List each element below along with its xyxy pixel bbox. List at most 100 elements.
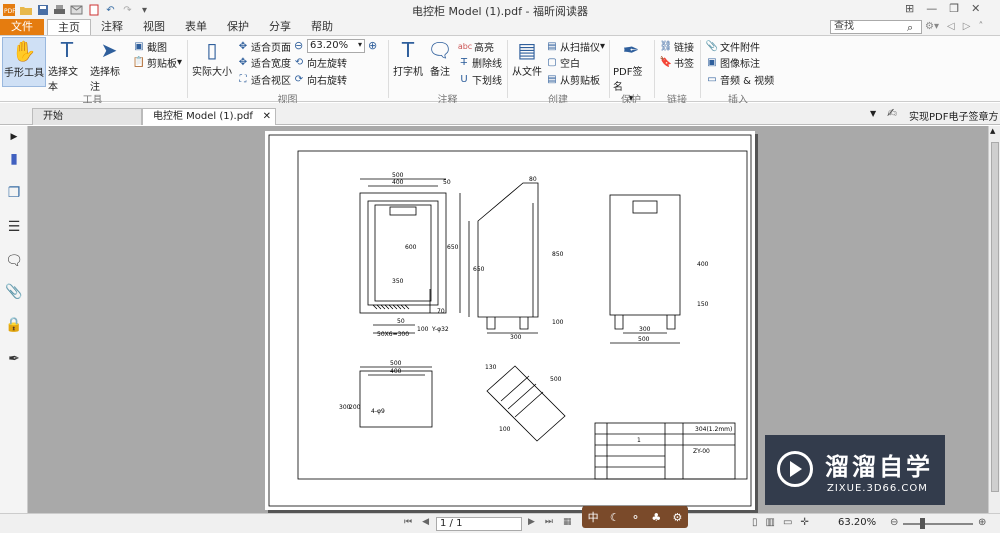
note-button[interactable]: 🗨 备注 xyxy=(426,37,454,78)
blank-button[interactable]: ▢ 空白 xyxy=(546,55,580,70)
close-icon[interactable]: ✕ xyxy=(971,2,980,15)
fit-width-button[interactable]: ✥ 适合宽度 xyxy=(237,55,291,70)
email-icon[interactable] xyxy=(68,2,85,19)
zoom-dropdown-icon[interactable]: ▾ xyxy=(358,40,362,49)
settings-icon[interactable]: ⚙▾ xyxy=(925,21,939,32)
clipboard-icon: 📋 xyxy=(132,57,146,68)
tab-home[interactable]: 主页 xyxy=(47,19,91,35)
minimize-icon[interactable]: — xyxy=(926,2,937,15)
single-page-icon[interactable]: ▯ xyxy=(752,517,758,528)
tab-share[interactable]: 分享 xyxy=(259,19,301,35)
tab-current-document[interactable]: 电控柜 Model (1).pdf ✕ xyxy=(142,108,276,125)
scroll-thumb[interactable] xyxy=(991,142,999,492)
rotate-right-button[interactable]: ⟳ 向右旋转 xyxy=(293,72,347,87)
security-panel-icon[interactable]: 🔒 xyxy=(5,316,23,334)
actual-size-button[interactable]: ▯ 实际大小 xyxy=(192,37,232,78)
link-button[interactable]: ⛓ 链接 xyxy=(660,39,694,54)
underline-button[interactable]: U 下划线 xyxy=(458,72,502,87)
chevron-down-icon[interactable]: ▼ xyxy=(870,109,876,118)
zoom-slider[interactable] xyxy=(903,523,973,525)
typewriter-button[interactable]: T 打字机 xyxy=(392,37,424,78)
signature-panel-icon[interactable]: ✒ xyxy=(5,350,23,368)
person-icon[interactable]: ♣ xyxy=(651,511,661,524)
continuous-icon[interactable]: ▥ xyxy=(766,517,775,528)
redo-icon[interactable]: ↷ xyxy=(119,2,136,19)
back-icon[interactable]: ◁ xyxy=(947,21,955,32)
customize-icon[interactable]: ▾ xyxy=(136,2,153,19)
zoom-out-icon[interactable]: ⊖ xyxy=(294,39,303,52)
zoom-slider-thumb[interactable] xyxy=(920,518,925,529)
tab-start[interactable]: 开始 xyxy=(32,108,142,125)
page-number-input[interactable]: 1 / 1 xyxy=(436,517,522,531)
expand-panel-icon[interactable]: ▶ xyxy=(5,128,23,146)
screenshot-button[interactable]: ▣ 截图 xyxy=(133,39,167,54)
tab-help[interactable]: 帮助 xyxy=(301,19,343,35)
cad-drawing: 500 400 50 600 650 350 50 100 50X6=300 7… xyxy=(268,134,752,507)
attachments-panel-icon[interactable]: 📎 xyxy=(5,283,23,301)
strikeout-button[interactable]: T̶ 删除线 xyxy=(458,55,502,70)
select-annotation-button[interactable]: ➤ 选择标注 xyxy=(90,37,128,93)
split-icon[interactable]: ✛ xyxy=(800,517,808,528)
fit-visible-button[interactable]: ⛶ 适合视区 xyxy=(237,72,292,87)
pages-panel-icon[interactable]: ❐ xyxy=(5,184,23,202)
print-icon[interactable] xyxy=(51,2,68,19)
language-button[interactable]: 中 xyxy=(588,509,599,525)
dim-label: 600 xyxy=(405,244,417,251)
zoom-in-icon[interactable]: ⊕ xyxy=(978,517,986,528)
zoom-in-icon[interactable]: ⊕ xyxy=(368,39,377,52)
tab-file[interactable]: 文件 xyxy=(0,19,44,35)
forward-icon[interactable]: ▷ xyxy=(963,21,971,32)
bookmark-panel-icon[interactable]: ▮ xyxy=(5,150,23,168)
from-clipboard-button[interactable]: ▤ 从剪贴板 xyxy=(546,72,600,87)
facing-icon[interactable]: ▭ xyxy=(783,517,792,528)
view-mode-icon[interactable]: ▦ xyxy=(563,517,572,527)
dim-label: 130 xyxy=(485,364,497,371)
arrow-cursor-icon: ➤ xyxy=(100,38,118,62)
status-bar: ⏮ ◀ 1 / 1 ▶ ⏭ ▦ ▯ ▥ ▭ ✛ 63.20% ⊖ ⊕ xyxy=(0,513,1000,533)
select-text-button[interactable]: T 选择文本 xyxy=(48,37,86,93)
rotate-left-button[interactable]: ⟲ 向左旋转 xyxy=(293,55,347,70)
search-icon[interactable]: ⌕ xyxy=(907,21,913,35)
hand-tool-button[interactable]: ✋ 手形工具 xyxy=(2,37,46,87)
tab-comment[interactable]: 注释 xyxy=(91,19,133,35)
restore-icon[interactable]: ❐ xyxy=(949,2,959,15)
attachment-icon: 📎 xyxy=(705,41,719,52)
dim-label: 100 xyxy=(417,326,429,333)
image-annotation-button[interactable]: ▣ 图像标注 xyxy=(706,55,760,70)
clipboard-button[interactable]: 📋 剪贴板 ▾ xyxy=(133,55,182,70)
last-page-icon[interactable]: ⏭ xyxy=(545,517,553,527)
undo-icon[interactable]: ↶ xyxy=(102,2,119,19)
zoom-select[interactable]: 63.20% xyxy=(307,39,365,53)
chevron-up-icon[interactable]: ˄ xyxy=(978,21,983,32)
new-doc-icon[interactable] xyxy=(85,2,102,19)
first-page-icon[interactable]: ⏮ xyxy=(404,517,412,527)
prev-page-icon[interactable]: ◀ xyxy=(422,517,429,527)
ribbon: ✋ 手形工具 T 选择文本 ➤ 选择标注 ▣ 截图 📋 剪贴板 ▾ 工具 ▯ 实际大小… xyxy=(0,36,1000,106)
file-attachment-button[interactable]: 📎 文件附件 xyxy=(706,39,760,54)
tab-protect[interactable]: 保护 xyxy=(217,19,259,35)
status-zoom-value[interactable]: 63.20% xyxy=(838,517,876,528)
open-folder-icon[interactable] xyxy=(17,2,34,19)
audio-video-button[interactable]: ▭ 音频 & 视频 xyxy=(706,72,774,87)
pdf-logo-icon[interactable]: PDF xyxy=(0,2,17,19)
from-scanner-button[interactable]: ▤ 从扫描仪 ▾ xyxy=(546,39,605,54)
zoom-out-icon[interactable]: ⊖ xyxy=(890,517,898,528)
fit-page-button[interactable]: ✥ 适合页面 xyxy=(237,39,291,54)
night-mode-icon[interactable]: ☾ xyxy=(610,511,620,524)
vertical-scrollbar[interactable]: ▲ xyxy=(988,126,1000,513)
highlight-button[interactable]: abc 高亮 xyxy=(458,39,494,54)
tab-view[interactable]: 视图 xyxy=(133,19,175,35)
save-icon[interactable] xyxy=(34,2,51,19)
media-icon: ▭ xyxy=(707,74,717,85)
layers-panel-icon[interactable]: ☰ xyxy=(5,218,23,236)
from-file-button[interactable]: ▤ 从文件 xyxy=(511,37,543,78)
tab-form[interactable]: 表单 xyxy=(175,19,217,35)
close-tab-icon[interactable]: ✕ xyxy=(263,109,271,124)
dots-icon[interactable]: ⚬ xyxy=(631,511,640,524)
next-page-icon[interactable]: ▶ xyxy=(528,517,535,527)
comments-panel-icon[interactable]: 🗨 xyxy=(5,252,23,270)
scroll-up-icon[interactable]: ▲ xyxy=(990,127,995,135)
layout-icon[interactable]: ⊞ xyxy=(905,2,914,15)
bookmark-button[interactable]: 🔖 书签 xyxy=(660,55,694,70)
settings-icon[interactable]: ⚙ xyxy=(672,511,682,524)
